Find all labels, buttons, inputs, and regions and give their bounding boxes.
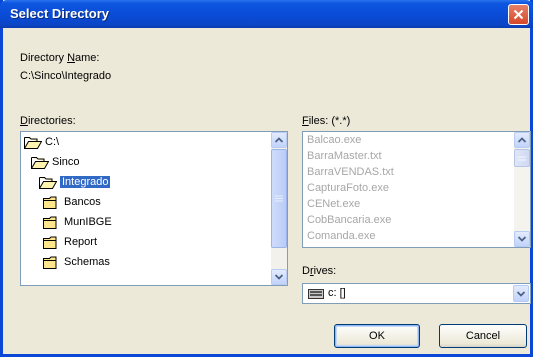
directory-item[interactable]: C:\ [24, 134, 59, 150]
directory-item[interactable]: MunIBGE [43, 214, 112, 230]
open-folder-icon [31, 156, 49, 169]
chevron-down-icon [275, 274, 283, 280]
drives-label: Drives: [302, 265, 337, 277]
directory-path: C:\Sinco\Integrado [20, 70, 112, 82]
drives-dropdown[interactable]: c: [] [302, 283, 531, 304]
directory-item[interactable]: Bancos [43, 194, 101, 210]
chevron-down-icon [517, 290, 525, 297]
directory-item[interactable]: Report [43, 234, 97, 250]
files-label: Files: (*.*) [302, 115, 351, 127]
chevron-down-icon [518, 236, 526, 242]
folder-icon [43, 236, 57, 249]
drives-selected-value: c: [] [328, 287, 346, 299]
directory-item-label: Integrado [60, 176, 111, 188]
files-scrollbar[interactable] [514, 132, 530, 247]
hard-drive-icon [308, 289, 324, 299]
directory-name-label: Directory Name: [20, 52, 100, 64]
file-item: Comanda.exe [307, 230, 376, 242]
directory-item[interactable]: Schemas [43, 254, 110, 270]
grip-icon [518, 156, 526, 160]
close-icon [513, 9, 524, 20]
file-item: CobBancaria.exe [307, 214, 392, 226]
directory-item-label: Bancos [64, 196, 101, 208]
folder-icon [43, 216, 57, 229]
directories-list[interactable]: C:\ Sinco Integrado Bancos MunIBGE Report Sche… [20, 131, 288, 286]
scroll-thumb[interactable] [271, 149, 287, 248]
scroll-down-button[interactable] [271, 269, 287, 285]
grip-icon [275, 195, 283, 202]
cancel-button[interactable]: Cancel [439, 324, 527, 348]
file-item: BarraMaster.txt [307, 150, 382, 162]
directory-item-label: Report [64, 236, 98, 248]
directory-item-label: Sinco [52, 156, 80, 168]
folder-icon [43, 256, 57, 269]
chevron-up-icon [518, 137, 526, 143]
title-bar[interactable]: Select Directory [0, 0, 533, 28]
dialog-title: Select Directory [10, 6, 109, 21]
close-button[interactable] [508, 4, 529, 25]
cancel-button-label: Cancel [465, 330, 501, 342]
files-scroll-thumb[interactable] [514, 149, 530, 167]
file-item: BarraVENDAS.txt [307, 166, 394, 178]
ok-button-label: OK [369, 330, 385, 342]
file-item: CapturaFoto.exe [307, 182, 389, 194]
directory-item-label: MunIBGE [64, 216, 112, 228]
directories-scrollbar[interactable] [271, 132, 287, 285]
directory-item-label: Schemas [64, 256, 110, 268]
open-folder-icon [39, 176, 57, 189]
select-directory-dialog: Select Directory Directory Name: C:\Sinc… [0, 0, 533, 357]
directory-item[interactable]: Integrado [39, 174, 111, 190]
file-item: Balcao.exe [307, 134, 362, 146]
open-folder-icon [24, 136, 42, 149]
folder-icon [43, 196, 57, 209]
ok-button[interactable]: OK [334, 324, 420, 348]
scroll-up-button[interactable] [271, 132, 287, 148]
directories-label: Directories: [20, 115, 76, 127]
drives-dropdown-button[interactable] [513, 285, 529, 302]
files-scroll-up-button[interactable] [514, 132, 530, 148]
files-list[interactable]: Balcao.exe BarraMaster.txt BarraVENDAS.txt… [302, 131, 531, 248]
directory-item[interactable]: Sinco [31, 154, 80, 170]
chevron-up-icon [275, 137, 283, 143]
file-item: CENet.exe [307, 198, 361, 210]
directory-item-label: C:\ [45, 136, 60, 148]
files-scroll-down-button[interactable] [514, 231, 530, 247]
